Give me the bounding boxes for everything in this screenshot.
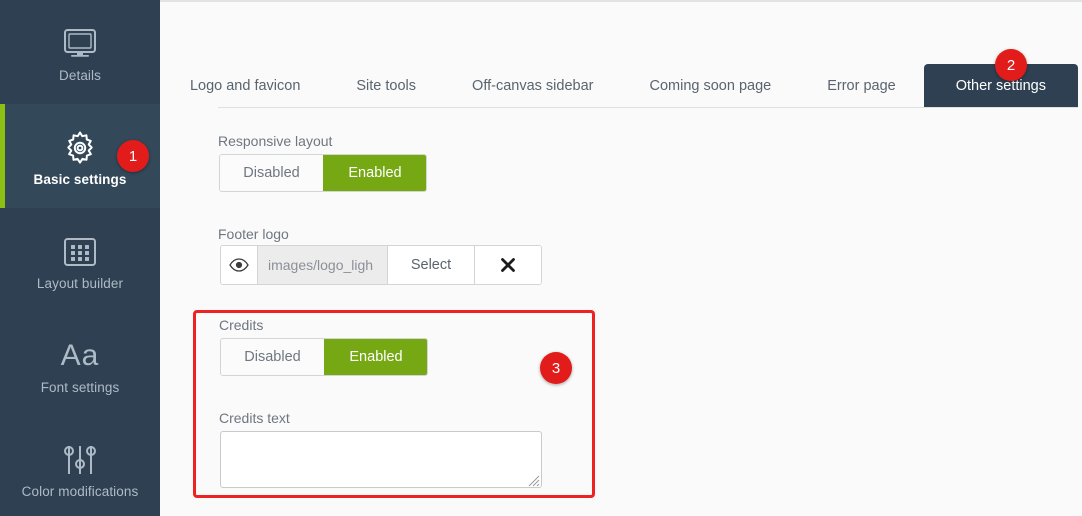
- badge-number: 1: [128, 147, 138, 165]
- tab-label: Logo and favicon: [189, 78, 301, 94]
- credits-enabled-option[interactable]: Enabled: [324, 339, 427, 375]
- sidebar-item-color-modifications[interactable]: Color modifications: [0, 416, 160, 516]
- eye-icon[interactable]: [221, 246, 258, 284]
- credits-text-input[interactable]: [220, 431, 542, 488]
- sidebar-item-label: Font settings: [40, 379, 120, 395]
- tab-label: Error page: [827, 78, 896, 94]
- footer-logo-path-input[interactable]: images/logo_ligh: [258, 246, 388, 284]
- badge-number: 3: [551, 359, 561, 377]
- tab-bar: Logo and favicon Site tools Off-canvas s…: [190, 64, 1078, 108]
- responsive-layout-toggle[interactable]: Disabled Enabled: [219, 154, 427, 192]
- sidebar-item-label: Layout builder: [36, 275, 124, 291]
- tab-label: Other settings: [955, 78, 1046, 94]
- credits-disabled-option[interactable]: Disabled: [221, 339, 324, 375]
- responsive-layout-disabled-option[interactable]: Disabled: [220, 155, 323, 191]
- credits-label: Credits: [219, 317, 264, 333]
- responsive-layout-enabled-option[interactable]: Enabled: [323, 155, 426, 191]
- tab-bar-divider: [218, 107, 1078, 108]
- sidebar-item-layout-builder[interactable]: Layout builder: [0, 208, 160, 312]
- tab-label: Site tools: [356, 78, 417, 94]
- sidebar-item-label: Basic settings: [33, 171, 127, 187]
- sidebar: Details Basic settings Layout builder Aa…: [0, 0, 160, 516]
- grid-icon: [63, 230, 97, 274]
- tab-logo-and-favicon[interactable]: Logo and favicon: [162, 64, 328, 108]
- sidebar-item-label: Details: [59, 67, 101, 83]
- sliders-icon: [61, 438, 99, 482]
- footer-logo-select-button[interactable]: Select: [388, 246, 475, 284]
- badge-number: 2: [1006, 56, 1016, 74]
- footer-logo-label: Footer logo: [218, 226, 289, 242]
- active-accent-bar: [0, 104, 5, 208]
- typography-glyph: Aa: [60, 338, 100, 372]
- tab-coming-soon-page[interactable]: Coming soon page: [621, 64, 799, 108]
- annotation-badge-2: 2: [995, 49, 1027, 81]
- sidebar-item-details[interactable]: Details: [0, 0, 160, 104]
- monitor-icon: [62, 22, 98, 66]
- sidebar-item-font-settings[interactable]: Aa Font settings: [0, 312, 160, 416]
- responsive-layout-label: Responsive layout: [218, 133, 333, 149]
- tab-label: Coming soon page: [649, 78, 772, 94]
- sidebar-item-label: Color modifications: [21, 483, 139, 499]
- tab-error-page[interactable]: Error page: [799, 64, 924, 108]
- typography-icon: Aa: [61, 334, 100, 378]
- tab-label: Off-canvas sidebar: [472, 78, 594, 94]
- app-root: Details Basic settings Layout builder Aa…: [0, 0, 1082, 516]
- tab-off-canvas-sidebar[interactable]: Off-canvas sidebar: [444, 64, 621, 108]
- credits-toggle[interactable]: Disabled Enabled: [220, 338, 428, 376]
- credits-text-label: Credits text: [219, 410, 290, 426]
- tab-site-tools[interactable]: Site tools: [328, 64, 444, 108]
- gear-icon: [60, 126, 100, 170]
- close-x-icon[interactable]: [475, 246, 541, 284]
- footer-logo-control: images/logo_ligh Select: [220, 245, 542, 285]
- annotation-badge-3: 3: [540, 352, 572, 384]
- annotation-badge-1: 1: [117, 140, 149, 172]
